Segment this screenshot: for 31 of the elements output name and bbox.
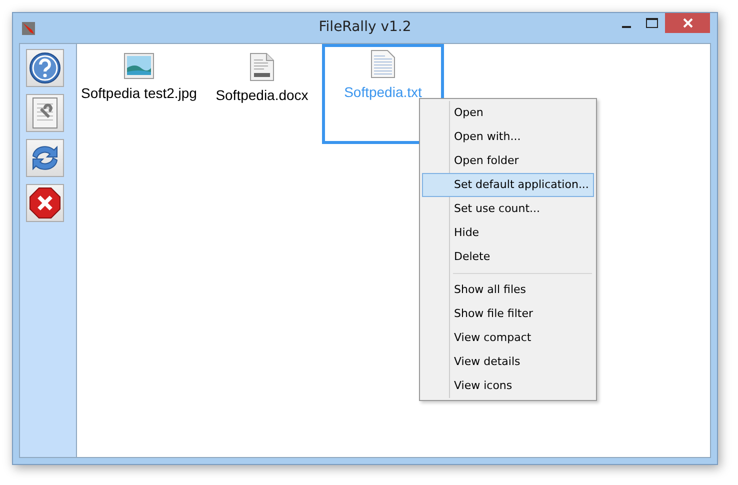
stop-icon [29, 187, 61, 219]
help-button[interactable] [26, 49, 64, 87]
file-name: Softpedia test2.jpg [81, 85, 197, 101]
menu-item[interactable]: Set default application... [422, 173, 594, 197]
minimize-icon [622, 26, 630, 28]
menu-item[interactable]: View details [422, 350, 594, 374]
image-file-icon [124, 53, 154, 79]
menu-item[interactable]: Show file filter [422, 302, 594, 326]
document-wrench-icon [32, 97, 58, 129]
document-button[interactable] [26, 94, 64, 132]
stop-button[interactable] [26, 184, 64, 222]
menu-item[interactable]: Show all files [422, 278, 594, 302]
menu-item[interactable]: Open folder [422, 149, 594, 173]
refresh-button[interactable] [26, 139, 64, 177]
text-file-icon [371, 50, 395, 78]
menu-item[interactable]: Delete [422, 245, 594, 269]
help-icon [29, 52, 61, 84]
file-name: Softpedia.docx [216, 87, 308, 103]
file-name: Softpedia.txt [344, 84, 422, 100]
maximize-icon [646, 18, 658, 28]
close-button[interactable] [665, 13, 710, 33]
close-icon [682, 18, 692, 28]
window-title: FileRally v1.2 [318, 19, 412, 35]
app-icon [22, 22, 35, 34]
docx-file-icon [250, 53, 274, 81]
menu-item[interactable]: Set use count... [422, 197, 594, 221]
menu-item[interactable]: Hide [422, 221, 594, 245]
menu-item[interactable]: View compact [422, 326, 594, 350]
file-item[interactable]: Softpedia.docx [202, 44, 322, 130]
file-item[interactable]: Softpedia test2.jpg [76, 44, 202, 130]
menu-item[interactable]: View icons [422, 374, 594, 398]
